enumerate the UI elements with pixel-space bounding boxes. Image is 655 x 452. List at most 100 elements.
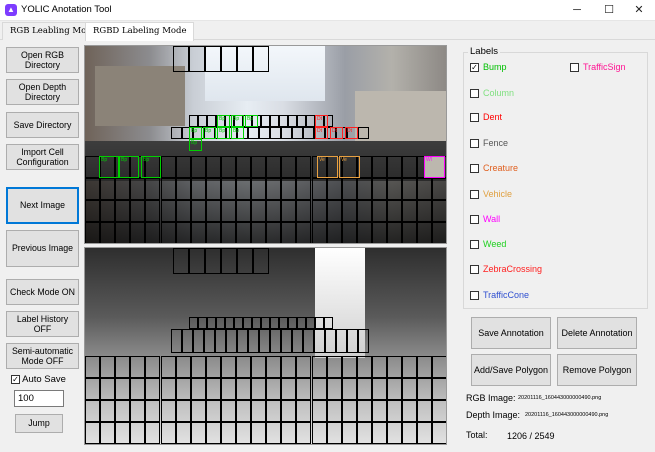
grid-cell[interactable] <box>145 222 161 243</box>
grid-cell[interactable] <box>237 46 253 72</box>
grid-cell[interactable] <box>326 356 342 378</box>
grid-cell[interactable] <box>402 422 418 444</box>
grid-cell[interactable] <box>175 356 191 378</box>
grid-cell[interactable] <box>358 127 369 139</box>
grid-cell[interactable] <box>303 127 314 139</box>
grid-cell[interactable] <box>190 400 206 422</box>
grid-cell[interactable] <box>221 46 237 72</box>
labeled-cell-vehicle[interactable]: Ve <box>317 156 338 178</box>
grid-cell[interactable] <box>173 46 189 72</box>
labeled-cell-bump[interactable]: Bp <box>189 139 202 151</box>
next-image-button[interactable]: Next Image <box>6 187 79 224</box>
labeled-cell-bump[interactable]: Bp <box>217 115 230 127</box>
grid-cell[interactable] <box>281 127 292 139</box>
grid-cell[interactable] <box>207 115 216 127</box>
grid-cell[interactable] <box>236 422 252 444</box>
grid-cell[interactable] <box>292 329 303 353</box>
grid-cell[interactable] <box>190 178 206 200</box>
grid-cell[interactable] <box>243 317 252 329</box>
grid-cell[interactable] <box>266 200 282 222</box>
grid-cell[interactable] <box>248 127 259 139</box>
grid-cell[interactable] <box>341 222 357 243</box>
grid-cell[interactable] <box>100 378 116 400</box>
grid-cell[interactable] <box>85 422 101 444</box>
grid-cell[interactable] <box>221 248 237 274</box>
grid-cell[interactable] <box>85 222 101 243</box>
checkbox-icon[interactable] <box>470 89 479 99</box>
grid-cell[interactable] <box>160 178 176 200</box>
grid-cell[interactable] <box>205 400 221 422</box>
grid-cell[interactable] <box>130 356 146 378</box>
grid-cell[interactable] <box>281 178 297 200</box>
grid-cell[interactable] <box>160 400 176 422</box>
grid-cell[interactable] <box>297 115 306 127</box>
grid-cell[interactable] <box>175 222 191 243</box>
grid-cell[interactable] <box>189 248 205 274</box>
save-annotation-button[interactable]: Save Annotation <box>471 317 551 349</box>
semi-automatic-mode-button[interactable]: Semi-automatic Mode OFF <box>6 343 79 369</box>
grid-cell[interactable] <box>205 178 221 200</box>
grid-cell[interactable] <box>402 178 418 200</box>
grid-cell[interactable] <box>205 200 221 222</box>
grid-cell[interactable] <box>371 422 387 444</box>
grid-cell[interactable] <box>311 200 327 222</box>
grid-cell[interactable] <box>173 248 189 274</box>
grid-cell[interactable] <box>306 115 315 127</box>
grid-cell[interactable] <box>266 356 282 378</box>
grid-cell[interactable] <box>261 317 270 329</box>
grid-cell[interactable] <box>205 156 221 178</box>
grid-cell[interactable] <box>336 329 347 353</box>
grid-cell[interactable] <box>266 400 282 422</box>
grid-cell[interactable] <box>220 178 236 200</box>
checkbox-icon[interactable] <box>470 139 479 149</box>
grid-cell[interactable] <box>251 156 267 178</box>
close-button[interactable]: ✕ <box>623 0 655 21</box>
grid-cell[interactable] <box>85 178 101 200</box>
grid-cell[interactable] <box>417 200 433 222</box>
grid-cell[interactable] <box>371 178 387 200</box>
grid-cell[interactable] <box>205 378 221 400</box>
grid-cell[interactable] <box>432 222 446 243</box>
grid-cell[interactable] <box>160 200 176 222</box>
label-option-fence[interactable]: Fence <box>470 138 508 149</box>
grid-cell[interactable] <box>160 156 176 178</box>
grid-cell[interactable] <box>182 329 193 353</box>
grid-cell[interactable] <box>205 422 221 444</box>
grid-cell[interactable] <box>311 178 327 200</box>
grid-cell[interactable] <box>175 400 191 422</box>
grid-cell[interactable] <box>387 178 403 200</box>
open-rgb-directory-button[interactable]: Open RGB Directory <box>6 47 79 73</box>
grid-cell[interactable] <box>190 156 206 178</box>
grid-cell[interactable] <box>281 329 292 353</box>
grid-cell[interactable] <box>296 422 312 444</box>
grid-cell[interactable] <box>296 400 312 422</box>
checkbox-icon[interactable] <box>470 291 479 301</box>
grid-cell[interactable] <box>251 200 267 222</box>
grid-cell[interactable] <box>220 378 236 400</box>
grid-cell[interactable] <box>281 222 297 243</box>
grid-cell[interactable] <box>417 222 433 243</box>
label-option-trafficsign[interactable]: TrafficSign <box>570 62 626 73</box>
grid-cell[interactable] <box>417 178 433 200</box>
grid-cell[interactable] <box>205 46 221 72</box>
checkbox-icon[interactable] <box>470 265 479 275</box>
grid-cell[interactable] <box>251 178 267 200</box>
maximize-button[interactable]: ☐ <box>593 0 625 21</box>
grid-cell[interactable] <box>220 356 236 378</box>
grid-cell[interactable] <box>341 178 357 200</box>
grid-cell[interactable] <box>190 422 206 444</box>
remove-polygon-button[interactable]: Remove Polygon <box>557 354 637 386</box>
grid-cell[interactable] <box>279 115 288 127</box>
grid-cell[interactable] <box>251 222 267 243</box>
checkbox-icon[interactable] <box>570 63 579 73</box>
grid-cell[interactable] <box>115 178 131 200</box>
delete-annotation-button[interactable]: Delete Annotation <box>557 317 637 349</box>
label-option-trafficcone[interactable]: TrafficCone <box>470 290 529 301</box>
grid-cell[interactable] <box>145 178 161 200</box>
labeled-cell-bump[interactable]: Bp <box>141 156 161 178</box>
grid-cell[interactable] <box>358 329 369 353</box>
label-history-button[interactable]: Label History OFF <box>6 311 79 337</box>
grid-cell[interactable] <box>296 200 312 222</box>
grid-cell[interactable] <box>387 222 403 243</box>
grid-cell[interactable] <box>314 329 325 353</box>
